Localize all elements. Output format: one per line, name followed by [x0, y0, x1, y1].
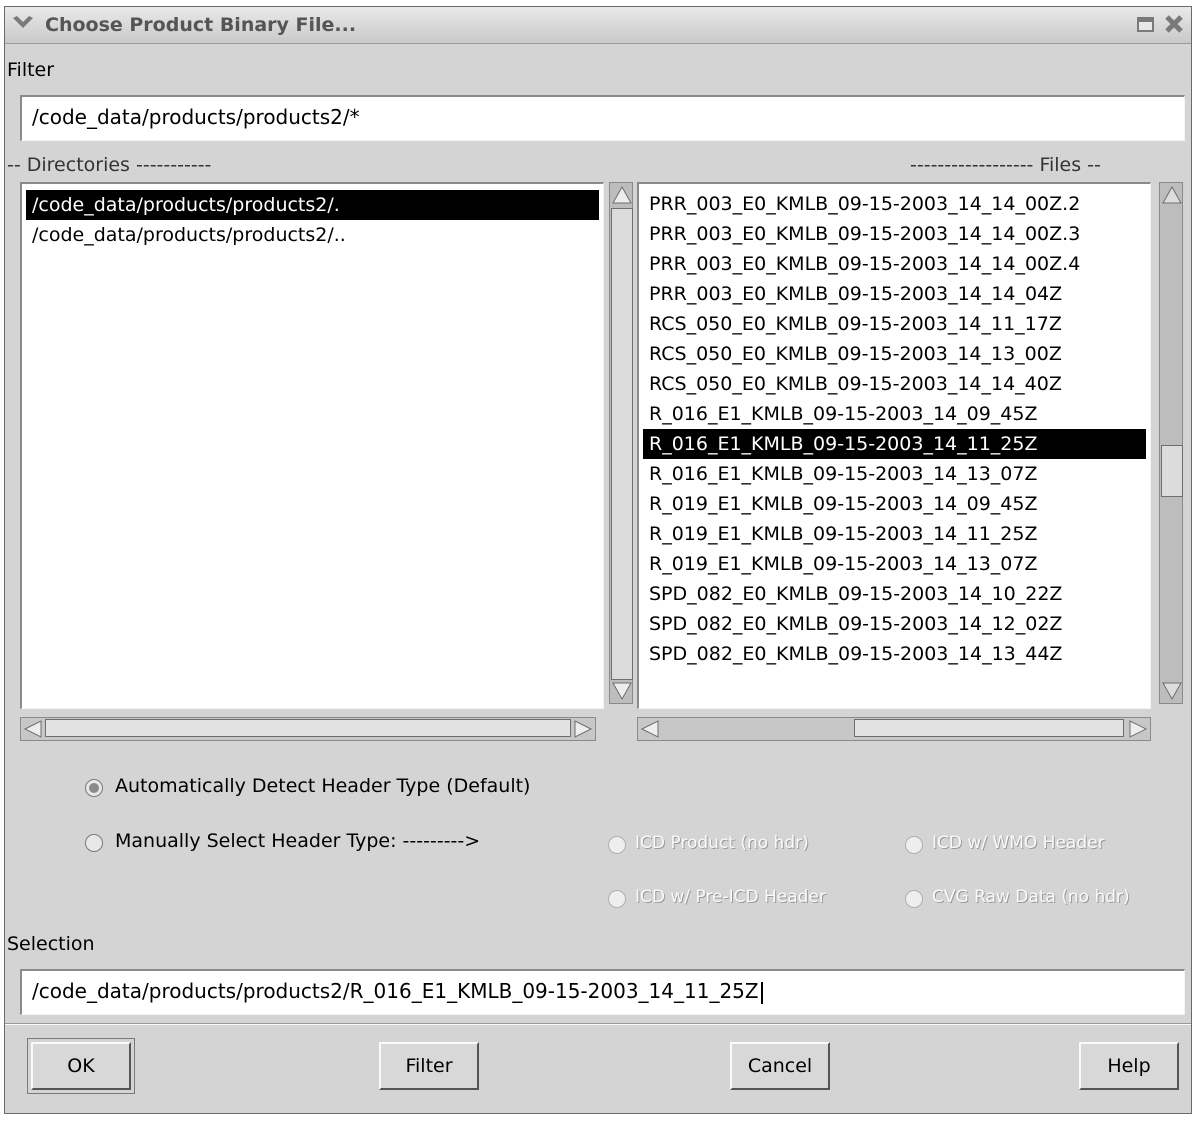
icd-wmo-radio: [905, 836, 923, 854]
file-item[interactable]: R_016_E1_KMLB_09-15-2003_14_11_25Z: [643, 429, 1146, 459]
cvg-raw-radio: [905, 890, 923, 908]
scroll-right-arrow-icon[interactable]: [1127, 719, 1149, 739]
files-horizontal-scrollbar[interactable]: [637, 717, 1151, 741]
selection-label: Selection: [7, 933, 95, 955]
window-title: Choose Product Binary File...: [45, 14, 357, 36]
file-item[interactable]: PRR_003_E0_KMLB_09-15-2003_14_14_00Z.3: [643, 219, 1146, 249]
maximize-icon[interactable]: [1137, 16, 1155, 39]
file-chooser-dialog: Choose Product Binary File... Filter /co…: [4, 6, 1192, 1114]
close-icon[interactable]: [1163, 13, 1185, 40]
filter-label: Filter: [7, 59, 55, 81]
title-bar[interactable]: Choose Product Binary File...: [5, 7, 1191, 44]
filter-value: /code_data/products/products2/*: [32, 105, 360, 129]
file-item[interactable]: R_016_E1_KMLB_09-15-2003_14_09_45Z: [643, 399, 1146, 429]
icd-pre-icd-label: ICD w/ Pre-ICD Header: [635, 887, 826, 907]
files-vscroll-thumb[interactable]: [1161, 445, 1183, 497]
files-hscroll-thumb[interactable]: [854, 719, 1124, 737]
files-list[interactable]: PRR_003_E0_KMLB_09-15-2003_14_14_00Z.2 PR…: [637, 182, 1151, 709]
icd-product-radio: [608, 836, 626, 854]
files-left-vertical-scrollbar[interactable]: [609, 182, 633, 704]
manual-select-radio[interactable]: [85, 834, 103, 852]
directory-item[interactable]: /code_data/products/products2/.: [26, 190, 599, 220]
auto-detect-label[interactable]: Automatically Detect Header Type (Defaul…: [115, 775, 530, 797]
file-item[interactable]: R_019_E1_KMLB_09-15-2003_14_11_25Z: [643, 519, 1146, 549]
help-button[interactable]: Help: [1079, 1042, 1179, 1090]
scroll-left-arrow-icon[interactable]: [639, 719, 661, 739]
scroll-right-arrow-icon[interactable]: [572, 719, 594, 739]
filter-input[interactable]: /code_data/products/products2/*: [20, 95, 1185, 141]
directories-horizontal-scrollbar[interactable]: [20, 717, 596, 741]
file-item[interactable]: SPD_082_E0_KMLB_09-15-2003_14_13_44Z: [643, 639, 1146, 669]
directories-list[interactable]: /code_data/products/products2/./code_dat…: [20, 182, 604, 709]
scroll-left-arrow-icon[interactable]: [22, 719, 44, 739]
scroll-up-arrow-icon[interactable]: [611, 184, 633, 206]
scroll-up-arrow-icon[interactable]: [1161, 184, 1183, 206]
file-item[interactable]: RCS_050_E0_KMLB_09-15-2003_14_14_40Z: [643, 369, 1146, 399]
file-item[interactable]: R_019_E1_KMLB_09-15-2003_14_09_45Z: [643, 489, 1146, 519]
cvg-raw-label: CVG Raw Data (no hdr): [932, 887, 1130, 907]
directories-label: -- Directories -----------: [7, 154, 212, 176]
cancel-button[interactable]: Cancel: [730, 1042, 830, 1090]
file-item[interactable]: PRR_003_E0_KMLB_09-15-2003_14_14_00Z.4: [643, 249, 1146, 279]
directories-hscroll-thumb[interactable]: [45, 719, 571, 737]
file-item[interactable]: R_016_E1_KMLB_09-15-2003_14_13_07Z: [643, 459, 1146, 489]
file-item[interactable]: RCS_050_E0_KMLB_09-15-2003_14_13_00Z: [643, 339, 1146, 369]
manual-select-label[interactable]: Manually Select Header Type: --------->: [115, 830, 480, 852]
file-item[interactable]: RCS_050_E0_KMLB_09-15-2003_14_11_17Z: [643, 309, 1146, 339]
file-item[interactable]: SPD_082_E0_KMLB_09-15-2003_14_12_02Z: [643, 609, 1146, 639]
selection-value: /code_data/products/products2/R_016_E1_K…: [32, 979, 759, 1003]
filter-button[interactable]: Filter: [379, 1042, 479, 1090]
files-left-vscroll-thumb[interactable]: [611, 208, 633, 680]
file-item[interactable]: R_019_E1_KMLB_09-15-2003_14_13_07Z: [643, 549, 1146, 579]
file-item[interactable]: SPD_082_E0_KMLB_09-15-2003_14_10_22Z: [643, 579, 1146, 609]
text-cursor: [760, 981, 763, 1004]
ok-button[interactable]: OK: [27, 1038, 135, 1094]
auto-detect-radio[interactable]: [85, 779, 103, 797]
button-separator: [5, 1023, 1191, 1025]
icd-wmo-label: ICD w/ WMO Header: [932, 833, 1105, 853]
selection-input[interactable]: /code_data/products/products2/R_016_E1_K…: [20, 969, 1185, 1015]
scroll-down-arrow-icon[interactable]: [1161, 680, 1183, 702]
directory-item[interactable]: /code_data/products/products2/..: [26, 220, 599, 250]
file-item[interactable]: PRR_003_E0_KMLB_09-15-2003_14_14_00Z.2: [643, 189, 1146, 219]
files-right-vertical-scrollbar[interactable]: [1159, 182, 1183, 704]
window-menu-chevron-icon[interactable]: [11, 15, 35, 38]
icd-pre-icd-radio: [608, 890, 626, 908]
icd-product-label: ICD Product (no hdr): [635, 833, 809, 853]
scroll-down-arrow-icon[interactable]: [611, 680, 633, 702]
file-item[interactable]: PRR_003_E0_KMLB_09-15-2003_14_14_04Z: [643, 279, 1146, 309]
files-label: ------------------ Files --: [910, 154, 1101, 176]
